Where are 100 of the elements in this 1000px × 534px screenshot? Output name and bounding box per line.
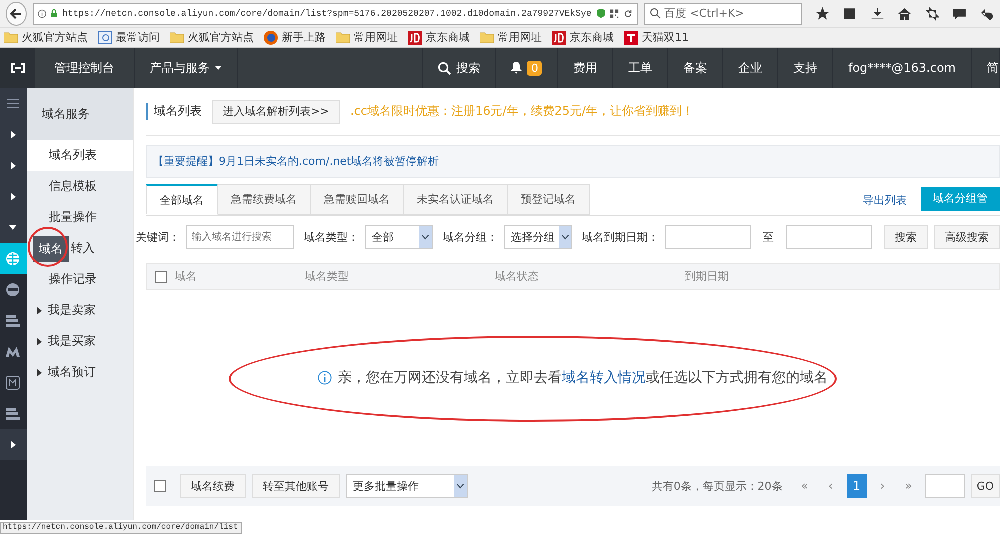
- logo-icon[interactable]: [10, 63, 26, 73]
- info-icon[interactable]: [38, 8, 46, 20]
- export-link[interactable]: 导出列表: [863, 192, 907, 208]
- crop-icon[interactable]: [926, 6, 940, 22]
- advanced-search-button[interactable]: 高级搜索: [934, 225, 1000, 249]
- column-header: 域名状态: [495, 269, 540, 284]
- caret-right-icon[interactable]: [10, 192, 16, 200]
- bookmark[interactable]: 火狐官方站点: [22, 30, 88, 45]
- folder-icon: [336, 32, 350, 43]
- bookmark[interactable]: 新手上路: [282, 30, 326, 45]
- search-button[interactable]: 搜索: [884, 225, 928, 249]
- field-label: 域名分组：: [443, 230, 498, 244]
- column-header: 域名类型: [305, 269, 350, 284]
- transfer-status-link[interactable]: 域名转入情况: [562, 370, 646, 386]
- download-icon[interactable]: [870, 6, 884, 22]
- select-all-checkbox[interactable]: [155, 270, 167, 282]
- select-all-checkbox[interactable]: [154, 480, 166, 492]
- header-nav-link[interactable]: 企业: [723, 48, 778, 88]
- caret-down-icon[interactable]: [9, 225, 18, 230]
- language-link[interactable]: 简: [972, 48, 1000, 88]
- tab[interactable]: 急需赎回域名: [311, 184, 404, 215]
- folder-icon: [4, 32, 18, 43]
- header-nav-link[interactable]: 支持: [778, 48, 834, 88]
- home-icon[interactable]: [898, 6, 912, 22]
- caret-right-icon[interactable]: [10, 130, 16, 138]
- page-button[interactable]: 1: [846, 474, 867, 498]
- batch-action-button[interactable]: 域名续费: [180, 474, 246, 498]
- caret-right-icon[interactable]: [10, 162, 16, 170]
- sidebar-group[interactable]: 我是买家: [26, 326, 133, 357]
- folder-icon: [480, 32, 494, 43]
- bookmark[interactable]: 火狐官方站点: [188, 30, 254, 45]
- page-number-field[interactable]: [924, 474, 965, 498]
- header-nav-link[interactable]: 费用: [558, 48, 614, 88]
- back-button[interactable]: [6, 2, 26, 26]
- lock-icon: [51, 8, 58, 19]
- range-separator: 至: [763, 230, 774, 244]
- group-select[interactable]: 选择分组: [504, 225, 572, 249]
- jd-logo-icon: [408, 30, 422, 44]
- tab[interactable]: 未实名认证域名: [404, 184, 508, 215]
- firefox-icon: [264, 30, 278, 44]
- field-label: 域名到期日期：: [582, 230, 659, 244]
- bookmark[interactable]: 京东商城: [570, 30, 614, 45]
- star-icon[interactable]: [816, 6, 830, 22]
- sidebar-item[interactable]: 操作记录: [26, 264, 133, 295]
- keyword-field[interactable]: 输入域名进行搜索: [186, 225, 294, 249]
- qr-code-icon[interactable]: [610, 8, 619, 20]
- page-icon: [98, 31, 112, 44]
- sidebar-item[interactable]: 信息模板: [26, 171, 133, 202]
- end-date-field[interactable]: [786, 225, 872, 249]
- type-select[interactable]: 全部: [365, 225, 433, 249]
- sidebar-group[interactable]: 我是卖家: [26, 295, 133, 326]
- tab[interactable]: 预登记域名: [508, 184, 590, 215]
- field-label: 关键词：: [136, 230, 180, 244]
- bookmark[interactable]: 天猫双11: [642, 30, 689, 45]
- tab[interactable]: 急需续费域名: [218, 184, 311, 215]
- caret-down-icon: [215, 66, 222, 70]
- address-bar[interactable]: https://netcn.console.aliyun.com/core/domain/list?spm=5176.2020520207.1002.d10domain.2a79927VEkSye: [32, 2, 638, 24]
- menu-icon[interactable]: [7, 98, 20, 108]
- tooltip: 域名: [32, 236, 69, 262]
- bookmark[interactable]: 常用网址: [498, 30, 542, 45]
- bell-icon[interactable]: [511, 62, 522, 74]
- notice-banner[interactable]: 【重要提醒】9月1日未实名的.com/.net域名将被暂停解析: [146, 145, 1000, 178]
- batch-select[interactable]: 更多批量操作: [346, 474, 468, 498]
- sidebar-item[interactable]: 域名列表: [26, 140, 133, 171]
- server-icon[interactable]: [6, 408, 20, 420]
- search-field[interactable]: 百度 <Ctrl+K>: [644, 2, 802, 24]
- user-account[interactable]: fog****@163.com: [833, 48, 972, 88]
- caret-right-icon: [36, 338, 42, 346]
- folder-icon: [170, 32, 184, 43]
- caret-right-icon: [36, 306, 42, 314]
- globe-badge-icon[interactable]: [6, 282, 20, 296]
- pagination-summary: 共有0条，每页显示：20条: [652, 478, 783, 494]
- header-nav-link[interactable]: 备案: [668, 48, 724, 88]
- sidebar-item[interactable]: 批量操作: [26, 202, 133, 233]
- column-header: 域名: [175, 269, 198, 284]
- sidebar-title: 域名服务: [26, 88, 133, 140]
- shield-icon[interactable]: [596, 7, 606, 20]
- products-menu[interactable]: 产品与服务: [135, 48, 238, 88]
- back-arrow-icon: [10, 8, 22, 20]
- frame-icon[interactable]: [6, 376, 20, 390]
- server-icon[interactable]: [6, 314, 20, 326]
- tab[interactable]: 全部域名: [146, 184, 218, 215]
- search-button[interactable]: 搜索: [422, 48, 496, 88]
- m-logo-icon[interactable]: [6, 346, 20, 356]
- go-button[interactable]: GO: [970, 474, 1000, 498]
- bookmark[interactable]: 常用网址: [354, 30, 398, 45]
- reload-icon[interactable]: [624, 8, 632, 20]
- header-nav-link[interactable]: 工单: [613, 48, 668, 88]
- jd-logo-icon: [552, 30, 566, 44]
- page-title: 域名列表: [146, 103, 202, 120]
- bookmark[interactable]: 京东商城: [426, 30, 470, 45]
- sidebar-group[interactable]: 域名预订: [26, 357, 133, 388]
- notification-count: 0: [527, 60, 542, 76]
- empty-message: 亲，您在万网还没有域名，立即去看域名转入情况或任选以下方式拥有您的域名: [338, 369, 828, 387]
- batch-action-button[interactable]: 转至其他账号: [252, 474, 340, 498]
- dns-list-button[interactable]: 进入域名解析列表>>: [212, 100, 340, 124]
- status-url: https://netcn.console.aliyun.com/core/domain/list: [0, 522, 242, 534]
- start-date-field[interactable]: [665, 225, 751, 249]
- caret-right-icon[interactable]: [10, 440, 16, 448]
- bookmark[interactable]: 最常访问: [116, 30, 160, 45]
